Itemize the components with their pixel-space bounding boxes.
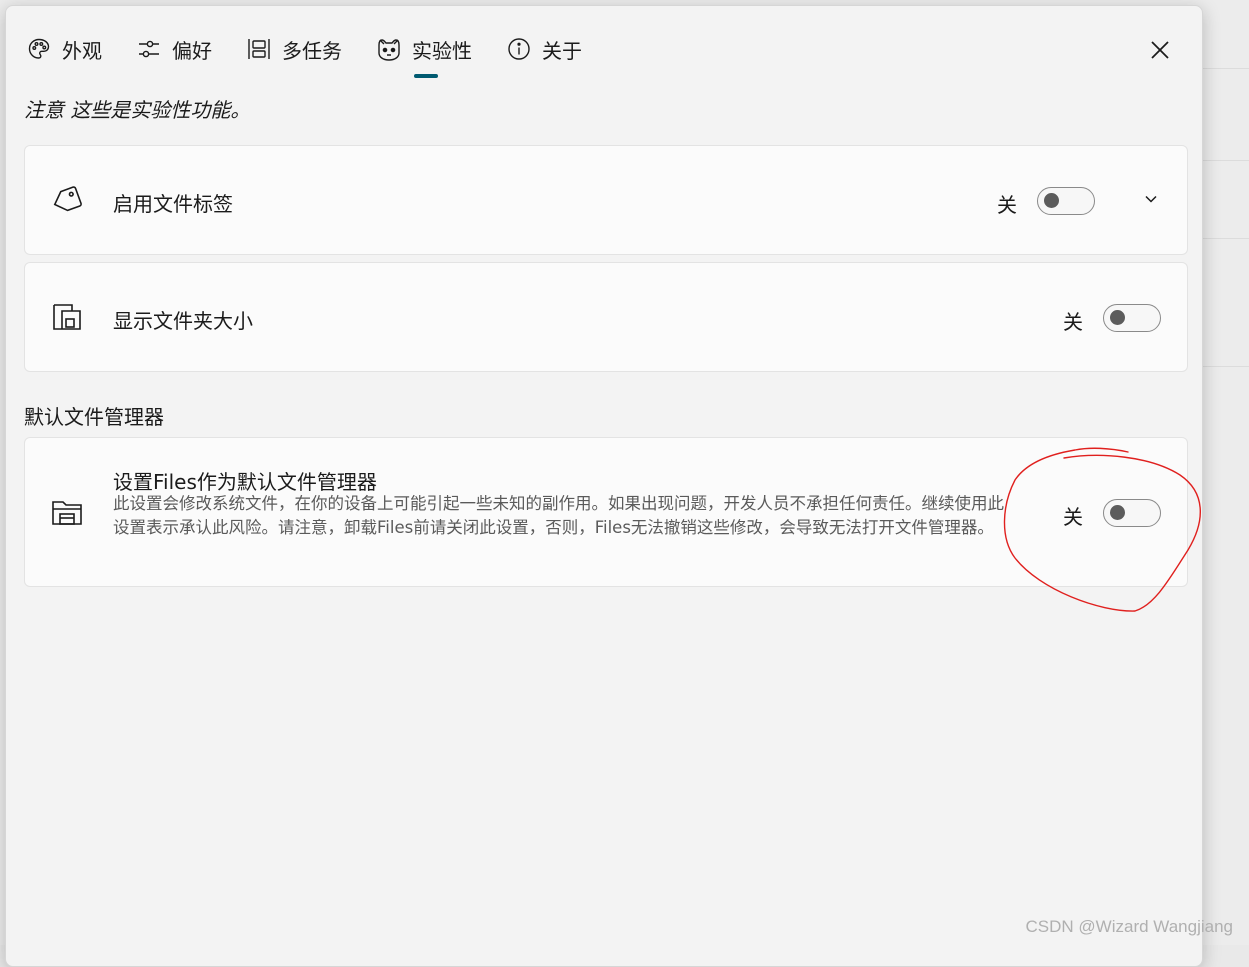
tab-label: 多任务: [282, 35, 342, 64]
tab-experimental[interactable]: 实验性: [376, 34, 472, 64]
tab-about[interactable]: 关于: [506, 34, 582, 64]
background-divider: [1201, 160, 1249, 161]
selected-tab-indicator: [414, 74, 438, 78]
toggle-knob: [1110, 505, 1125, 520]
setting-card-folder-size: 显示文件夹大小 关: [24, 262, 1188, 372]
experimental-icon: [376, 36, 402, 62]
setting-card-file-tags: 启用文件标签 关: [24, 145, 1188, 255]
setting-title: 显示文件夹大小: [113, 305, 253, 334]
setting-title: 启用文件标签: [113, 188, 233, 217]
multitask-icon: [246, 36, 272, 62]
close-icon: [1149, 39, 1171, 65]
file-tags-toggle[interactable]: [1037, 187, 1095, 215]
toggle-state-label: 关: [997, 189, 1017, 218]
toggle-knob: [1044, 193, 1059, 208]
experimental-notice: 注意 这些是实验性功能。: [24, 94, 250, 123]
chevron-down-icon: [1144, 191, 1158, 210]
palette-icon: [26, 36, 52, 62]
tab-label: 偏好: [172, 35, 212, 64]
tag-icon: [49, 182, 85, 218]
sliders-icon: [136, 36, 162, 62]
default-file-manager-toggle[interactable]: [1103, 499, 1161, 527]
toggle-knob: [1110, 310, 1125, 325]
folder-size-icon: [49, 299, 85, 335]
tab-multitasking[interactable]: 多任务: [246, 34, 342, 64]
tab-label: 实验性: [412, 35, 472, 64]
background-divider: [1201, 366, 1249, 367]
setting-title: 设置Files作为默认文件管理器: [113, 466, 377, 495]
background-divider: [1201, 68, 1249, 69]
setting-card-default-file-manager: 设置Files作为默认文件管理器 此设置会修改系统文件，在你的设备上可能引起一些…: [24, 437, 1188, 587]
close-button[interactable]: [1144, 36, 1176, 68]
folder-size-toggle[interactable]: [1103, 304, 1161, 332]
tab-bar: 外观 偏好: [26, 34, 616, 78]
info-icon: [506, 36, 532, 62]
tab-appearance[interactable]: 外观: [26, 34, 102, 64]
tab-label: 关于: [542, 35, 582, 64]
watermark: CSDN @Wizard Wangjiang: [1026, 917, 1233, 937]
expand-button[interactable]: [1141, 190, 1161, 210]
toggle-state-label: 关: [1063, 306, 1083, 335]
file-explorer-icon: [49, 494, 85, 530]
setting-description: 此设置会修改系统文件，在你的设备上可能引起一些未知的副作用。如果出现问题，开发人…: [113, 492, 1018, 540]
settings-dialog: 外观 偏好: [5, 5, 1203, 967]
section-title: 默认文件管理器: [24, 401, 164, 430]
toggle-state-label: 关: [1063, 501, 1083, 530]
background-divider: [1201, 238, 1249, 239]
tab-label: 外观: [62, 35, 102, 64]
tab-preferences[interactable]: 偏好: [136, 34, 212, 64]
